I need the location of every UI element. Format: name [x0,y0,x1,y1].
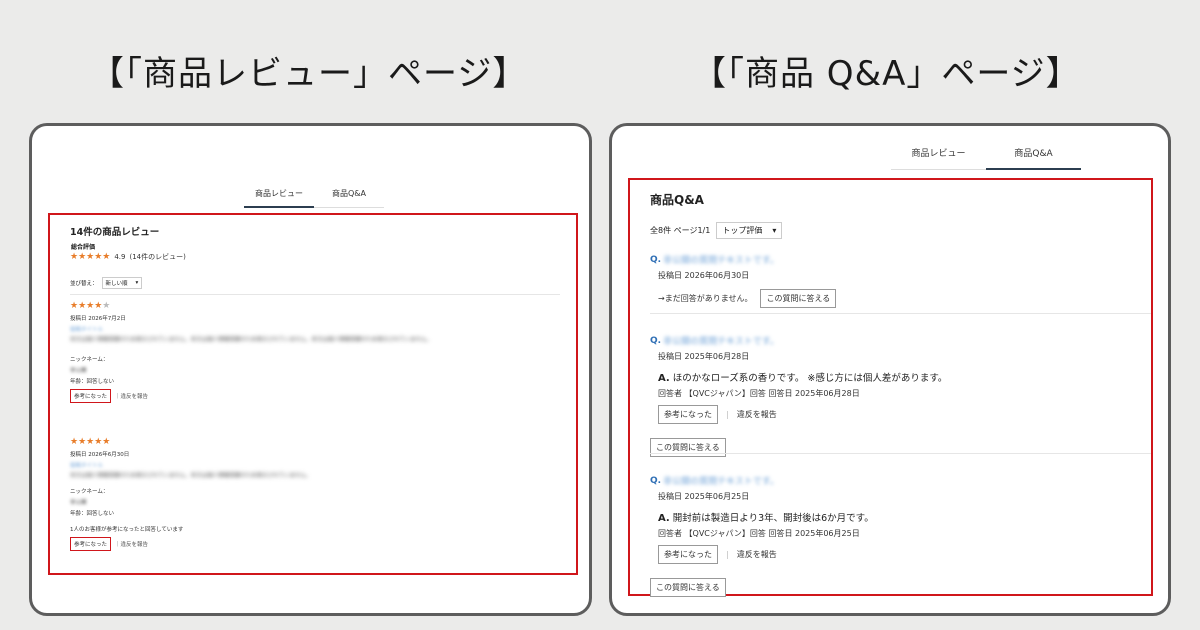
sort-label: 並び替え： [70,281,98,287]
question-text[interactable]: 非公開の質問テキストです。 [663,253,779,266]
qa-page-screenshot: 商品レビュー 商品Q&A 商品Q&A 全8件 ページ1/1 トップ評価 ▾ Q. 非… [609,123,1171,616]
nickname-label: ニックネーム： [70,357,109,363]
answer-text: A. 開封前は製造日より3年、開封後は6か月です。 [658,513,874,524]
qa-item: Q. 非公開の質問テキストです。 投稿日 2025年06月25日 A. 開封前は製… [650,474,1130,597]
nickname-label: ニックネーム： [70,489,109,495]
report-link[interactable]: 違反を報告 [737,549,777,560]
question-text[interactable]: 非公開の質問テキストです。 [663,334,779,347]
no-answer-note: →まだ回答がありません。 [658,294,753,303]
chevron-down-icon: ▾ [772,226,777,235]
review-date: 投稿日 2026年6月30日 [70,452,130,458]
review-title: 14件の商品レビュー [70,227,160,238]
question-mark: Q. [650,254,662,265]
qa-sort-select[interactable]: トップ評価 ▾ [716,222,783,239]
helpful-note: 1人のお客様が参考になったと回答しています [70,527,184,533]
review-heading[interactable]: 投稿タイトル [70,461,560,469]
overall-label: 総合評価 [71,244,96,251]
rating-count: (14件のレビュー) [129,253,186,261]
qa-page-heading: 【「商品 Q&A」ページ】 [692,54,1081,94]
report-link[interactable]: ｜違反を報告 [115,540,148,548]
answer-text: A. ほのかなローズ系の香りです。 ※感じ方には個人差があります。 [658,373,948,384]
report-link[interactable]: ｜違反を報告 [115,392,148,400]
qa-item: Q. 非公開の質問テキストです。 投稿日 2025年06月28日 A. ほのかなロ… [650,334,1130,457]
tab-bar: 商品レビュー 商品Q&A [891,146,1081,170]
helpful-button[interactable]: 参考になった [70,537,112,551]
tab-bar: 商品レビュー 商品Q&A [244,188,384,208]
nickname-value: 非公開 [70,368,87,374]
sort-select[interactable]: 新しい順 ▾ [101,277,143,289]
review-heading[interactable]: 投稿タイトル [70,325,560,333]
answer-question-button[interactable]: この質問に答える [650,438,726,457]
question-text[interactable]: 非公開の質問テキストです。 [663,474,779,487]
tab-reviews[interactable]: 商品レビュー [891,146,986,170]
review-item: ★★★★★ 投稿日 2026年7月2日 投稿タイトル 本文は個人情報保護のため表… [70,301,560,403]
helpful-button[interactable]: 参考になった [70,389,112,403]
rating-score: 4.9 [114,253,126,261]
tab-reviews[interactable]: 商品レビュー [244,188,314,208]
review-stars-icon: ★★★★★ [70,437,111,447]
review-stars-icon: ★★★★★ [70,301,111,311]
question-mark: Q. [650,475,662,486]
qa-title: 商品Q&A [650,193,704,207]
overall-rating: ★★★★★ 4.9 (14件のレビュー) [70,252,186,262]
qa-count: 全8件 ページ1/1 [650,226,711,235]
qa-meta: 全8件 ページ1/1 トップ評価 ▾ [650,222,783,239]
qa-item: Q. 非公開の質問テキストです。 投稿日 2026年06月30日 →まだ回答があり… [650,253,1130,308]
answer-question-button[interactable]: この質問に答える [760,289,837,308]
divider [650,313,1151,314]
question-mark: Q. [650,335,662,346]
age-value: 年齢：回答しない [70,379,115,385]
tab-qa[interactable]: 商品Q&A [314,188,384,208]
age-value: 年齢：回答しない [70,511,115,517]
helpful-button[interactable]: 参考になった [658,405,718,424]
review-body: 本文は個人情報保護のため表示されていません。本文は個人情報保護のため表示されてい… [70,473,312,479]
separator: | [726,550,729,559]
review-item: ★★★★★ 投稿日 2026年6月30日 投稿タイトル 本文は個人情報保護のため… [70,437,560,551]
answerer-info: 回答者 【QVCジャパン】回答 回答日 2025年06月25日 [658,529,860,538]
answer-question-button[interactable]: この質問に答える [650,578,726,597]
star-rating-icon: ★★★★★ [70,252,111,262]
nickname-value: 非公開 [70,500,87,506]
sort-control: 並び替え： 新しい順 ▾ [70,277,143,289]
review-page-screenshot: 商品レビュー 商品Q&A 14件の商品レビュー 総合評価 ★★★★★ 4.9 (… [29,123,592,616]
qa-highlight-box: 商品Q&A 全8件 ページ1/1 トップ評価 ▾ Q. 非公開の質問テキストです。 … [628,178,1153,597]
review-body: 本文は個人情報保護のため表示されていません。本文は個人情報保護のため表示されてい… [70,337,433,343]
divider [70,294,560,295]
question-date: 投稿日 2025年06月28日 [658,352,750,361]
question-date: 投稿日 2026年06月30日 [658,271,750,280]
review-page-heading: 【「商品レビュー」ページ】 [90,54,528,94]
tab-qa[interactable]: 商品Q&A [986,146,1081,170]
review-highlight-box: 14件の商品レビュー 総合評価 ★★★★★ 4.9 (14件のレビュー) 並び替… [48,213,578,575]
helpful-button[interactable]: 参考になった [658,545,718,564]
question-date: 投稿日 2025年06月25日 [658,492,750,501]
answerer-info: 回答者 【QVCジャパン】回答 回答日 2025年06月28日 [658,389,860,398]
review-date: 投稿日 2026年7月2日 [70,316,126,322]
divider [650,453,1151,454]
report-link[interactable]: 違反を報告 [737,409,777,420]
chevron-down-icon: ▾ [135,280,139,286]
separator: | [726,410,729,419]
